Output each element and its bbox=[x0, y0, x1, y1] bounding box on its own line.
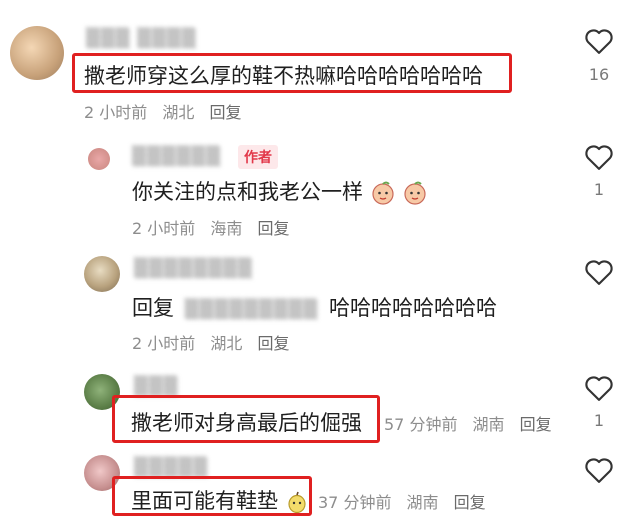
comment-text-content: 里面可能有鞋垫 bbox=[131, 489, 278, 513]
avatar[interactable] bbox=[88, 148, 110, 170]
username[interactable]: ▒▒▒▒▒ bbox=[134, 457, 208, 478]
comment-time: 2 小时前 bbox=[132, 219, 196, 238]
comment-time: 57 分钟前 bbox=[384, 415, 458, 434]
reply-prefix: 回复 bbox=[132, 296, 174, 320]
reply-button[interactable]: 回复 bbox=[209, 103, 241, 122]
comment-text-content: 哈哈哈哈哈哈哈哈 bbox=[328, 296, 497, 320]
like-count: 1 bbox=[593, 180, 605, 199]
username[interactable]: ▒▒▒ ▒▒▒▒ bbox=[86, 28, 197, 49]
author-tag: 作者 bbox=[238, 145, 278, 169]
comment-location: 湖南 bbox=[472, 415, 505, 434]
reply-to-username[interactable]: ▒▒▒▒▒▒▒▒▒ bbox=[185, 299, 319, 320]
comment-text: 你关注的点和我老公一样 bbox=[132, 176, 428, 206]
comment-location: 湖北 bbox=[210, 334, 243, 353]
heart-icon[interactable] bbox=[584, 143, 614, 171]
comment-location: 湖南 bbox=[406, 493, 439, 512]
comment-meta: 37 分钟前 湖南 回复 bbox=[318, 489, 496, 513]
comment-text: 撒老师对身高最后的倔强 bbox=[131, 411, 362, 435]
like-count: 1 bbox=[593, 411, 605, 430]
heart-icon[interactable] bbox=[584, 258, 614, 286]
comment-text-content: 你关注的点和我老公一样 bbox=[132, 180, 363, 204]
heart-icon[interactable] bbox=[584, 27, 614, 55]
reply-button[interactable]: 回复 bbox=[257, 334, 289, 353]
peach-emoji-icon bbox=[404, 181, 426, 205]
comment-time: 2 小时前 bbox=[132, 334, 196, 353]
pear-emoji-icon bbox=[288, 491, 306, 514]
reply-button[interactable]: 回复 bbox=[520, 415, 552, 434]
comment-text: 里面可能有鞋垫 bbox=[131, 485, 309, 515]
comment-meta: 2 小时前 海南 回复 bbox=[132, 215, 300, 239]
avatar[interactable] bbox=[84, 256, 120, 292]
username[interactable]: ▒▒▒▒▒▒ bbox=[132, 146, 221, 167]
comment-location: 海南 bbox=[210, 219, 243, 238]
heart-icon[interactable] bbox=[584, 456, 614, 484]
comment-meta: 2 小时前 湖北 回复 bbox=[132, 330, 300, 354]
like-count: 16 bbox=[588, 65, 610, 84]
username[interactable]: ▒▒▒ bbox=[134, 376, 179, 397]
username[interactable]: ▒▒▒▒▒▒▒▒ bbox=[134, 258, 253, 279]
comment-time: 2 小时前 bbox=[84, 103, 148, 122]
comment-meta: 57 分钟前 湖南 回复 bbox=[384, 411, 562, 435]
reply-button[interactable]: 回复 bbox=[257, 219, 289, 238]
reply-button[interactable]: 回复 bbox=[454, 493, 486, 512]
comment-location: 湖北 bbox=[162, 103, 195, 122]
heart-icon[interactable] bbox=[584, 374, 614, 402]
comment-text: 回复 ▒▒▒▒▒▒▒▒▒ 哈哈哈哈哈哈哈哈 bbox=[132, 292, 497, 322]
comment-meta: 2 小时前 湖北 回复 bbox=[84, 99, 252, 123]
peach-emoji-icon bbox=[372, 181, 394, 205]
comment-text: 撒老师穿这么厚的鞋不热嘛哈哈哈哈哈哈哈 bbox=[84, 64, 483, 88]
comment-time: 37 分钟前 bbox=[318, 493, 392, 512]
avatar[interactable] bbox=[10, 26, 64, 80]
